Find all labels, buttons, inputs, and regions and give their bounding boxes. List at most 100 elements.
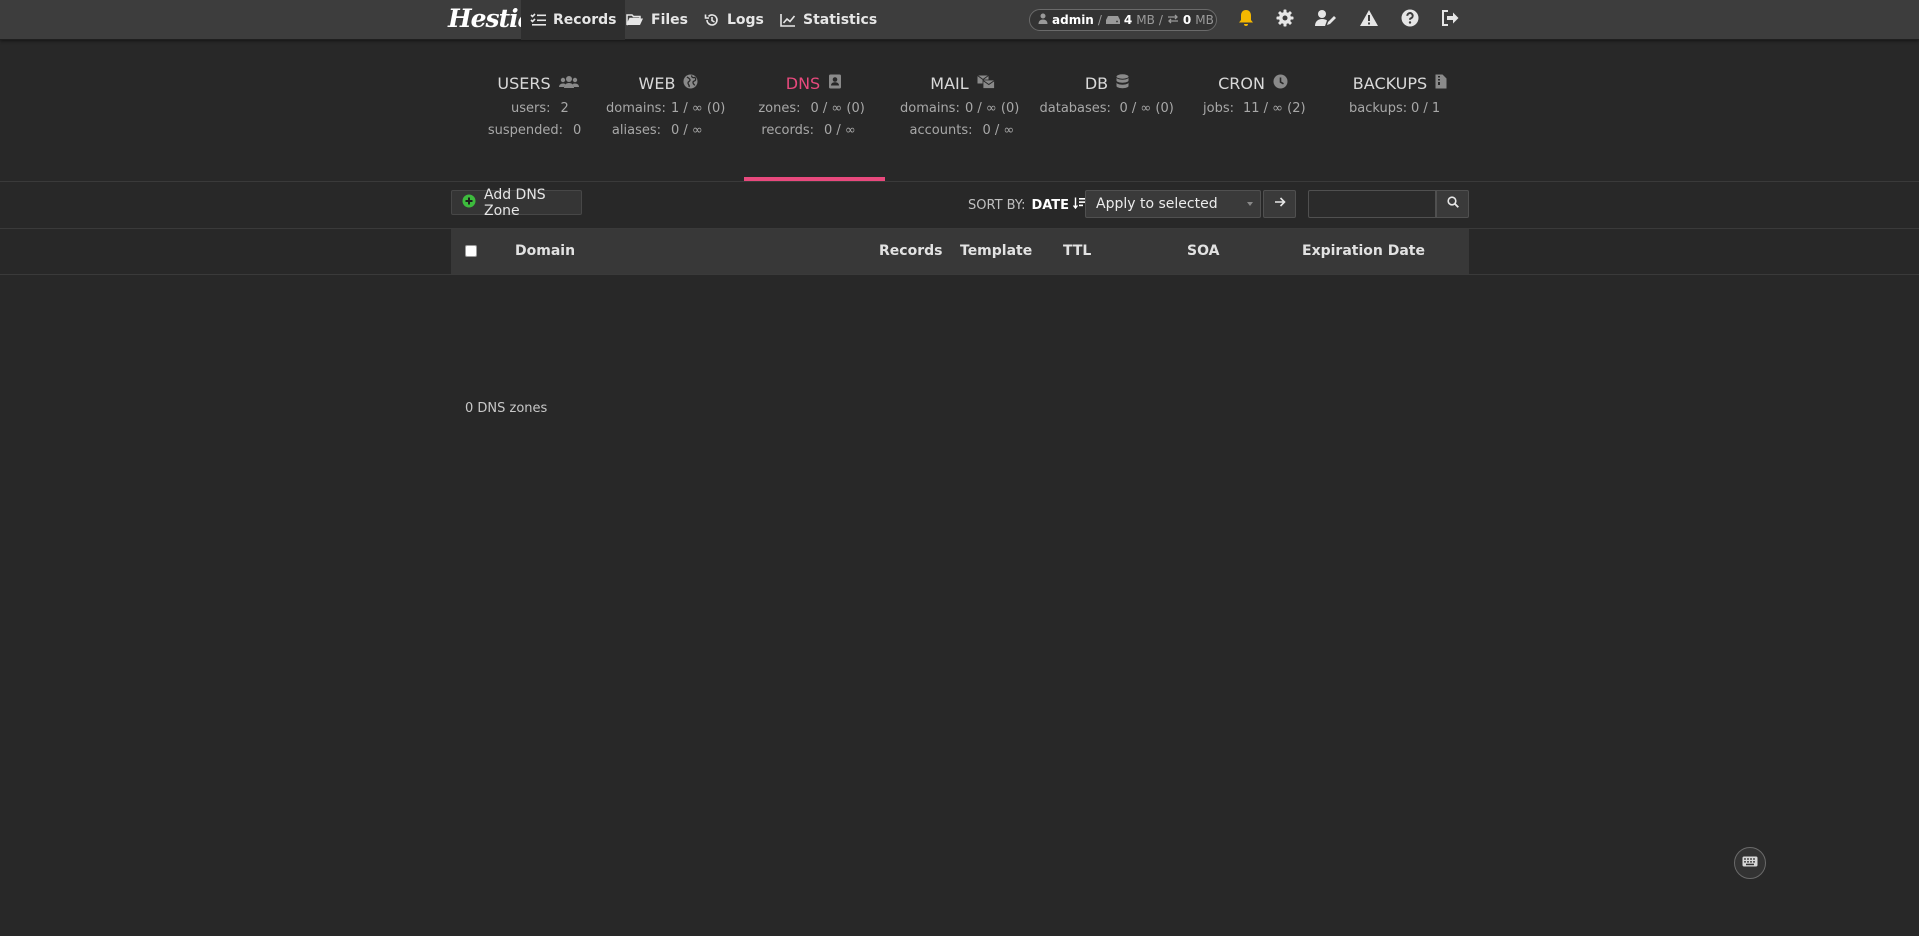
stat-label: accounts: — [909, 123, 973, 138]
bandwidth-usage-unit: MB — [1195, 13, 1214, 27]
stat-value: 1 / ∞ (0) — [671, 101, 726, 116]
stat-dns-title: DNS — [785, 73, 821, 93]
user-info-pill[interactable]: admin / 4 MB / 0 MB — [1029, 9, 1217, 31]
address-book-icon — [828, 74, 842, 93]
history-icon — [704, 12, 720, 28]
nav-files-label: Files — [651, 12, 688, 28]
stat-cron-title-row: CRON — [1198, 68, 1308, 98]
chart-line-icon — [780, 13, 796, 27]
stat-web[interactable]: WEB domains: 1 / ∞ (0) aliases: 0 / ∞ — [606, 68, 731, 142]
stat-value: 0 — [573, 123, 582, 138]
nav-statistics-label: Statistics — [803, 12, 878, 28]
stat-cron-row: jobs: 11 / ∞ (2) — [1198, 98, 1308, 120]
mail-bulk-icon — [976, 74, 995, 93]
stat-web-row: aliases: 0 / ∞ — [606, 120, 731, 142]
stat-label: domains: — [900, 101, 960, 116]
stat-db-title: DB — [1084, 73, 1109, 93]
column-records: Records — [879, 243, 943, 259]
column-domain: Domain — [515, 243, 576, 259]
stat-dns-row: zones: 0 / ∞ (0) — [750, 98, 878, 120]
arrow-right-icon — [1274, 196, 1286, 212]
stat-label: databases: — [1039, 101, 1111, 116]
top-navbar: Hestia Records Files Logs Statistics adm… — [0, 0, 1919, 40]
stat-label: zones: — [758, 101, 801, 116]
stat-value: 0 / 1 — [1411, 101, 1441, 116]
stat-dns[interactable]: DNS zones: 0 / ∞ (0) records: 0 / ∞ — [750, 68, 878, 142]
nav-records-label: Records — [553, 12, 617, 28]
settings-button[interactable] — [1273, 8, 1297, 32]
bulk-action-select[interactable]: Apply to selected — [1085, 190, 1261, 218]
apply-bulk-action-button[interactable] — [1263, 190, 1296, 218]
bulk-action-selected: Apply to selected — [1096, 196, 1218, 212]
globe-icon — [683, 74, 698, 93]
column-expiration-date: Expiration Date — [1302, 243, 1425, 259]
stat-cron-title: CRON — [1218, 73, 1265, 93]
stat-dns-title-row: DNS — [750, 68, 878, 98]
user-icon — [1038, 13, 1048, 27]
nav-statistics[interactable]: Statistics — [771, 0, 886, 40]
stat-db[interactable]: DB databases: 0 / ∞ (0) — [1037, 68, 1177, 120]
nav-logs[interactable]: Logs — [695, 0, 773, 40]
column-soa: SOA — [1187, 243, 1220, 259]
sort-by-toggle[interactable]: DATE — [1031, 197, 1088, 213]
search-button[interactable] — [1436, 190, 1469, 218]
stat-value: 0 / ∞ (0) — [1119, 101, 1174, 116]
list-check-icon — [530, 13, 546, 27]
column-template: Template — [960, 243, 1033, 259]
stat-mail-row: domains: 0 / ∞ (0) — [895, 98, 1030, 120]
logout-button[interactable] — [1438, 8, 1462, 32]
stat-db-title-row: DB — [1037, 68, 1177, 98]
dns-zone-count: 0 DNS zones — [465, 401, 548, 416]
table-header: Domain Records Template TTL SOA Expirati… — [451, 229, 1469, 274]
stat-web-row: domains: 1 / ∞ (0) — [606, 98, 731, 120]
stat-mail-title-row: MAIL — [895, 68, 1030, 98]
exchange-icon — [1167, 13, 1179, 27]
sort-by-value: DATE — [1031, 197, 1070, 213]
stat-label: records: — [761, 123, 814, 138]
username: admin — [1052, 13, 1094, 27]
bell-icon — [1238, 9, 1254, 31]
clock-icon — [1273, 74, 1288, 93]
nav-files[interactable]: Files — [617, 0, 697, 40]
stat-mail[interactable]: MAIL domains: 0 / ∞ (0) accounts: 0 / ∞ — [895, 68, 1030, 142]
help-button[interactable] — [1398, 8, 1422, 32]
divider — [0, 181, 1919, 182]
select-all-checkbox[interactable] — [465, 245, 477, 257]
notifications-button[interactable] — [1234, 8, 1258, 32]
stat-value: 0 / ∞ — [824, 123, 856, 138]
stat-backups-title-row: BACKUPS — [1340, 68, 1460, 98]
stat-value: 0 / ∞ — [671, 123, 703, 138]
alerts-button[interactable] — [1357, 8, 1381, 32]
keyboard-icon — [1742, 856, 1758, 871]
stat-label: aliases: — [611, 123, 661, 138]
keyboard-shortcuts-button[interactable] — [1734, 847, 1766, 879]
help-icon — [1401, 9, 1419, 31]
stat-users-title-row: USERS — [466, 68, 610, 98]
user-edit-icon — [1315, 9, 1337, 31]
nav-records[interactable]: Records — [521, 0, 626, 40]
bandwidth-usage-value: 0 — [1182, 13, 1192, 27]
stat-users[interactable]: USERS users: 2 suspended: 0 — [466, 68, 610, 142]
stat-label: users: — [510, 101, 551, 116]
stat-backups[interactable]: BACKUPS backups: 0 / 1 — [1340, 68, 1460, 120]
divider — [0, 274, 1919, 275]
disk-usage-value: 4 — [1123, 13, 1133, 27]
stat-label: suspended: — [487, 123, 563, 138]
stat-backups-title: BACKUPS — [1352, 73, 1428, 93]
add-dns-zone-button[interactable]: Add DNS Zone — [451, 187, 582, 219]
column-ttl: TTL — [1063, 243, 1092, 259]
disk-usage-unit: MB — [1136, 13, 1155, 27]
search-input[interactable] — [1308, 190, 1436, 218]
hdd-icon — [1105, 13, 1120, 27]
stat-web-title: WEB — [638, 73, 676, 93]
stat-label: backups: — [1349, 101, 1408, 116]
stat-mail-row: accounts: 0 / ∞ — [895, 120, 1030, 142]
stat-dns-row: records: 0 / ∞ — [750, 120, 878, 142]
sort-by-label: SORT BY: — [968, 197, 1026, 213]
search-icon — [1446, 196, 1459, 212]
user-settings-button[interactable] — [1314, 8, 1338, 32]
stat-cron[interactable]: CRON jobs: 11 / ∞ (2) — [1198, 68, 1308, 120]
stat-backups-row: backups: 0 / 1 — [1340, 98, 1460, 120]
stat-label: jobs: — [1203, 101, 1234, 116]
file-archive-icon — [1435, 74, 1447, 93]
